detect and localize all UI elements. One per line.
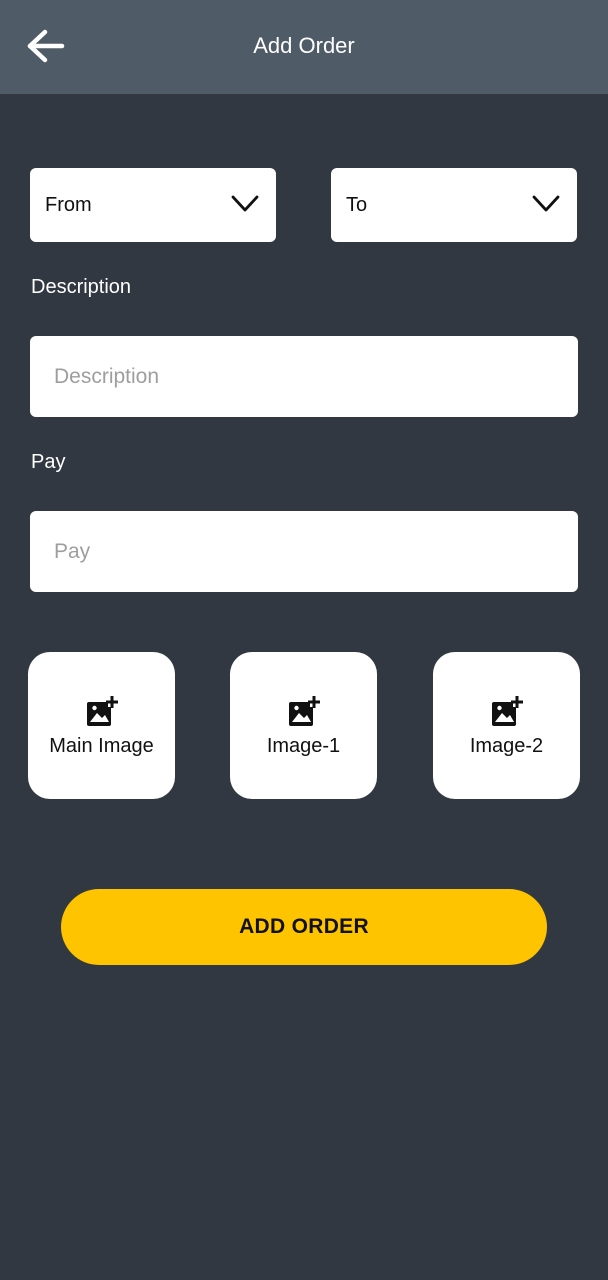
description-input[interactable] [30, 336, 578, 417]
image-1-label: Image-1 [266, 735, 341, 757]
add-photo-icon [289, 696, 320, 726]
chevron-down-icon [532, 195, 560, 212]
pay-label: Pay [31, 451, 66, 473]
main-image-label: Main Image [49, 735, 154, 757]
to-dropdown[interactable]: To [331, 168, 577, 242]
chevron-down-icon [231, 195, 259, 212]
add-photo-icon [492, 696, 523, 726]
image-2-label: Image-2 [469, 735, 544, 757]
add-order-screen: Add Order From To Description Pay Main I… [0, 0, 608, 1280]
from-dropdown[interactable]: From [30, 168, 276, 242]
image-2-picker[interactable]: Image-2 [433, 652, 580, 799]
pay-input[interactable] [30, 511, 578, 592]
to-dropdown-label: To [346, 194, 368, 216]
description-label: Description [31, 276, 132, 298]
main-image-picker[interactable]: Main Image [28, 652, 175, 799]
page-title: Add Order [253, 33, 355, 58]
add-photo-icon [87, 696, 118, 726]
app-bar: Add Order [0, 0, 608, 94]
image-1-picker[interactable]: Image-1 [230, 652, 377, 799]
from-dropdown-label: From [45, 194, 92, 216]
add-order-button[interactable]: ADD ORDER [61, 889, 547, 965]
